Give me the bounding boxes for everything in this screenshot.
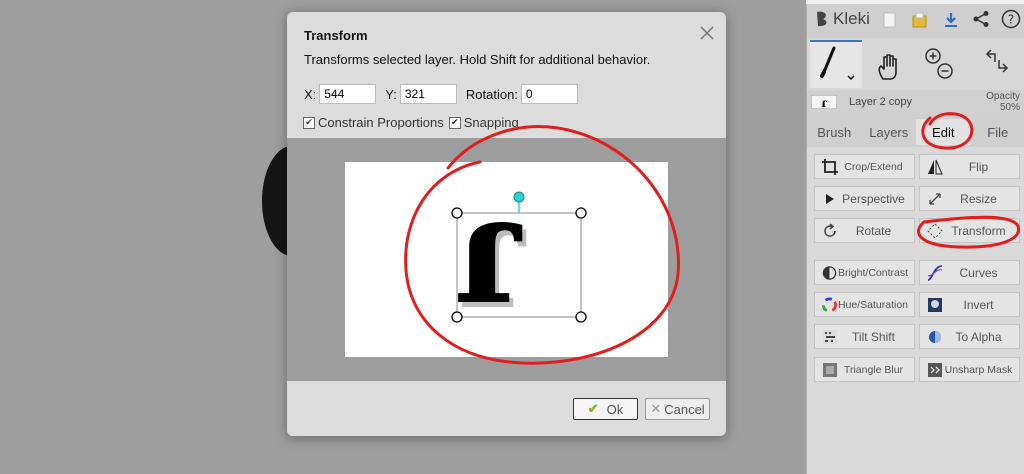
to-alpha-button[interactable]: To Alpha <box>919 324 1020 349</box>
open-file-icon[interactable] <box>912 12 928 28</box>
rotation-input[interactable] <box>520 84 578 104</box>
kleki-logo-icon <box>817 11 827 27</box>
check-icon: ✔ <box>587 401 599 416</box>
crop-extend-button[interactable]: Crop/Extend <box>814 154 915 179</box>
hue-wheel-icon <box>821 296 838 313</box>
transform-dialog: Transform Transforms selected layer. Hol… <box>287 12 726 436</box>
transform-preview: ɾ ɾ <box>287 138 726 381</box>
constrain-label: Constrain Proportions <box>318 115 444 130</box>
blur-icon <box>823 362 837 377</box>
tilt-shift-icon <box>823 329 837 344</box>
share-icon[interactable] <box>972 10 990 28</box>
layer-thumbnail-icon: ɾ <box>811 95 837 109</box>
handle-bottom-right[interactable] <box>575 311 587 323</box>
transform-button[interactable]: Transform <box>919 218 1020 243</box>
dialog-description: Transforms selected layer. Hold Shift fo… <box>304 52 651 67</box>
layer-name: Layer 2 copy <box>849 96 912 108</box>
resize-button[interactable]: Resize <box>919 186 1020 211</box>
brush-icon <box>820 46 855 81</box>
zoom-icon[interactable] <box>923 46 959 82</box>
rotate-icon <box>824 222 836 237</box>
opacity-label: Opacity <box>986 91 1020 102</box>
undo-redo-icon[interactable] <box>977 46 1017 82</box>
x-label: X: <box>304 86 317 102</box>
handle-top-right[interactable] <box>575 207 587 219</box>
curves-icon <box>927 264 943 281</box>
hue-saturation-button[interactable]: Hue/Saturation <box>814 292 915 317</box>
perspective-button[interactable]: Perspective <box>814 186 915 211</box>
to-alpha-icon <box>929 330 941 343</box>
edit-panel: Crop/Extend Flip Perspective Resize Rota… <box>807 147 1024 474</box>
tab-file[interactable]: File <box>971 119 1024 145</box>
cancel-button[interactable]: ✕ Cancel <box>645 398 710 420</box>
tab-edit[interactable]: Edit <box>916 119 971 145</box>
app-logo: Kleki <box>815 9 870 29</box>
tilt-shift-button[interactable]: Tilt Shift <box>814 324 915 349</box>
new-file-icon[interactable] <box>883 12 897 28</box>
cancel-x-icon: ✕ <box>650 401 662 416</box>
close-icon[interactable] <box>698 24 716 42</box>
constrain-checkbox[interactable]: ✔ <box>303 116 315 129</box>
transform-icon <box>927 222 943 239</box>
invert-button[interactable]: Invert <box>919 292 1020 317</box>
svg-text:?: ? <box>1008 13 1014 27</box>
snapping-checkbox[interactable]: ✔ <box>448 116 461 129</box>
ok-label: Ok <box>606 401 624 417</box>
ok-button[interactable]: ✔ Ok <box>573 398 638 420</box>
hand-tool-icon[interactable] <box>875 52 905 82</box>
download-icon[interactable] <box>943 12 959 28</box>
y-input[interactable] <box>399 84 457 104</box>
resize-icon <box>929 192 941 205</box>
svg-text:ɾ: ɾ <box>821 96 827 109</box>
triangle-blur-button[interactable]: Triangle Blur <box>814 357 915 382</box>
invert-icon <box>928 297 942 312</box>
dialog-footer: ✔ Ok ✕ Cancel <box>287 381 726 436</box>
brush-tool[interactable] <box>810 40 862 88</box>
sidebar: Kleki ? ɾ Layer 2 copy Opacity 50% Brush… <box>806 4 1024 474</box>
rotate-button[interactable]: Rotate <box>814 218 915 243</box>
handle-bottom-left[interactable] <box>451 311 463 323</box>
unsharp-mask-icon <box>928 362 942 377</box>
dialog-title: Transform <box>304 28 368 43</box>
crop-icon <box>822 158 838 175</box>
sidebar-header: Kleki ? <box>807 4 1024 36</box>
tool-row <box>807 38 1024 90</box>
sidebar-tabs: Brush Layers Edit File <box>807 119 1024 145</box>
cancel-label: Cancel <box>664 401 705 417</box>
layer-preview-row[interactable]: ɾ Layer 2 copy Opacity 50% <box>807 90 1024 114</box>
preview-glyph: ɾ <box>453 162 523 338</box>
snapping-label: Snapping <box>463 115 519 130</box>
bright-contrast-button[interactable]: Bright/Contrast <box>814 260 915 285</box>
app-name: Kleki <box>833 9 870 28</box>
y-label: Y: <box>385 86 397 102</box>
flip-button[interactable]: Flip <box>919 154 1020 179</box>
handle-top-left[interactable] <box>451 207 463 219</box>
perspective-icon <box>826 193 834 204</box>
options-row: ✔ Constrain Proportions ✔ Snapping <box>303 115 519 130</box>
preview-canvas[interactable]: ɾ ɾ <box>345 162 668 357</box>
curves-button[interactable]: Curves <box>919 260 1020 285</box>
flip-icon <box>928 159 943 174</box>
opacity-value: 50% <box>999 102 1020 113</box>
unsharp-mask-button[interactable]: Unsharp Mask <box>919 357 1020 382</box>
x-input[interactable] <box>319 84 377 104</box>
help-icon[interactable]: ? <box>1001 9 1021 29</box>
contrast-icon <box>822 265 837 280</box>
rotate-handle[interactable] <box>513 191 525 203</box>
rotation-label: Rotation: <box>465 86 518 102</box>
tab-brush[interactable]: Brush <box>807 119 862 145</box>
tab-layers[interactable]: Layers <box>862 119 917 145</box>
position-row: X: Y: Rotation: <box>304 82 578 106</box>
